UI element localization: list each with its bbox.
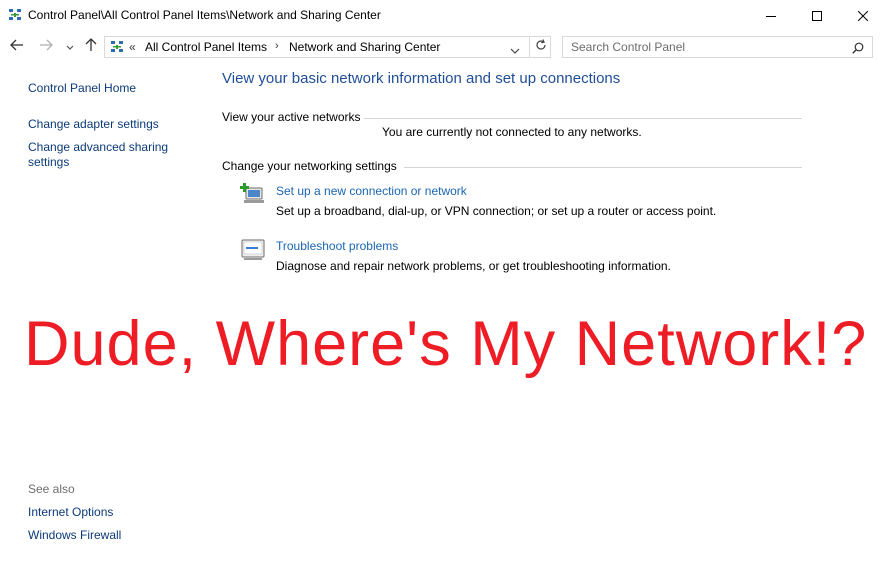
address-dropdown-button[interactable] — [510, 42, 520, 60]
network-icon — [8, 8, 22, 22]
refresh-button[interactable] — [529, 37, 551, 57]
change-settings-heading: Change your networking settings — [222, 159, 397, 173]
not-connected-message: You are currently not connected to any n… — [382, 125, 642, 139]
troubleshoot-problems-description: Diagnose and repair network problems, or… — [276, 259, 671, 273]
title-bar: Control Panel\All Control Panel Items\Ne… — [0, 0, 886, 32]
maximize-button[interactable] — [794, 0, 840, 32]
recent-locations-button[interactable] — [62, 39, 78, 55]
close-icon — [858, 11, 868, 21]
section-divider — [404, 167, 802, 168]
search-placeholder: Search Control Panel — [571, 40, 686, 54]
window-title: Control Panel\All Control Panel Items\Ne… — [28, 8, 381, 22]
troubleshoot-problems-link[interactable]: Troubleshoot problems — [276, 239, 398, 253]
arrow-right-icon — [39, 38, 53, 56]
chevron-down-icon — [66, 38, 74, 56]
change-advanced-sharing-settings-link[interactable]: Change advanced sharing settings — [28, 140, 188, 170]
search-input[interactable]: Search Control Panel — [562, 36, 873, 58]
back-button[interactable] — [9, 39, 25, 55]
network-icon — [110, 40, 124, 54]
windows-firewall-link[interactable]: Windows Firewall — [28, 528, 121, 543]
maximize-icon — [812, 11, 822, 21]
breadcrumb-separator[interactable]: › — [275, 40, 279, 52]
internet-options-link[interactable]: Internet Options — [28, 505, 113, 520]
setup-new-connection-description: Set up a broadband, dial-up, or VPN conn… — [276, 204, 717, 218]
breadcrumb-network-and-sharing-center[interactable]: Network and Sharing Center — [289, 40, 440, 54]
minimize-button[interactable] — [748, 0, 794, 32]
change-adapter-settings-link[interactable]: Change adapter settings — [28, 117, 159, 132]
new-connection-icon[interactable] — [240, 182, 266, 206]
section-divider — [364, 118, 802, 119]
active-networks-heading: View your active networks — [222, 110, 361, 124]
minimize-icon — [766, 11, 776, 21]
close-button[interactable] — [840, 0, 886, 32]
forward-button[interactable] — [38, 39, 54, 55]
see-also-heading: See also — [28, 482, 75, 496]
troubleshoot-icon[interactable] — [240, 238, 266, 262]
address-bar[interactable]: « All Control Panel Items › Network and … — [104, 36, 551, 58]
breadcrumb-all-control-panel-items[interactable]: All Control Panel Items — [145, 40, 267, 54]
arrow-up-icon — [85, 37, 97, 57]
arrow-left-icon — [10, 38, 24, 56]
page-title: View your basic network information and … — [222, 70, 621, 87]
chevron-down-icon — [510, 42, 520, 59]
up-button[interactable] — [83, 37, 99, 57]
breadcrumb-overflow[interactable]: « — [129, 40, 136, 54]
overlay-caption: Dude, Where's My Network!? — [24, 309, 868, 379]
refresh-icon — [535, 38, 547, 56]
control-panel-home-link[interactable]: Control Panel Home — [28, 81, 136, 96]
search-icon[interactable] — [852, 41, 864, 59]
setup-new-connection-link[interactable]: Set up a new connection or network — [276, 184, 467, 198]
